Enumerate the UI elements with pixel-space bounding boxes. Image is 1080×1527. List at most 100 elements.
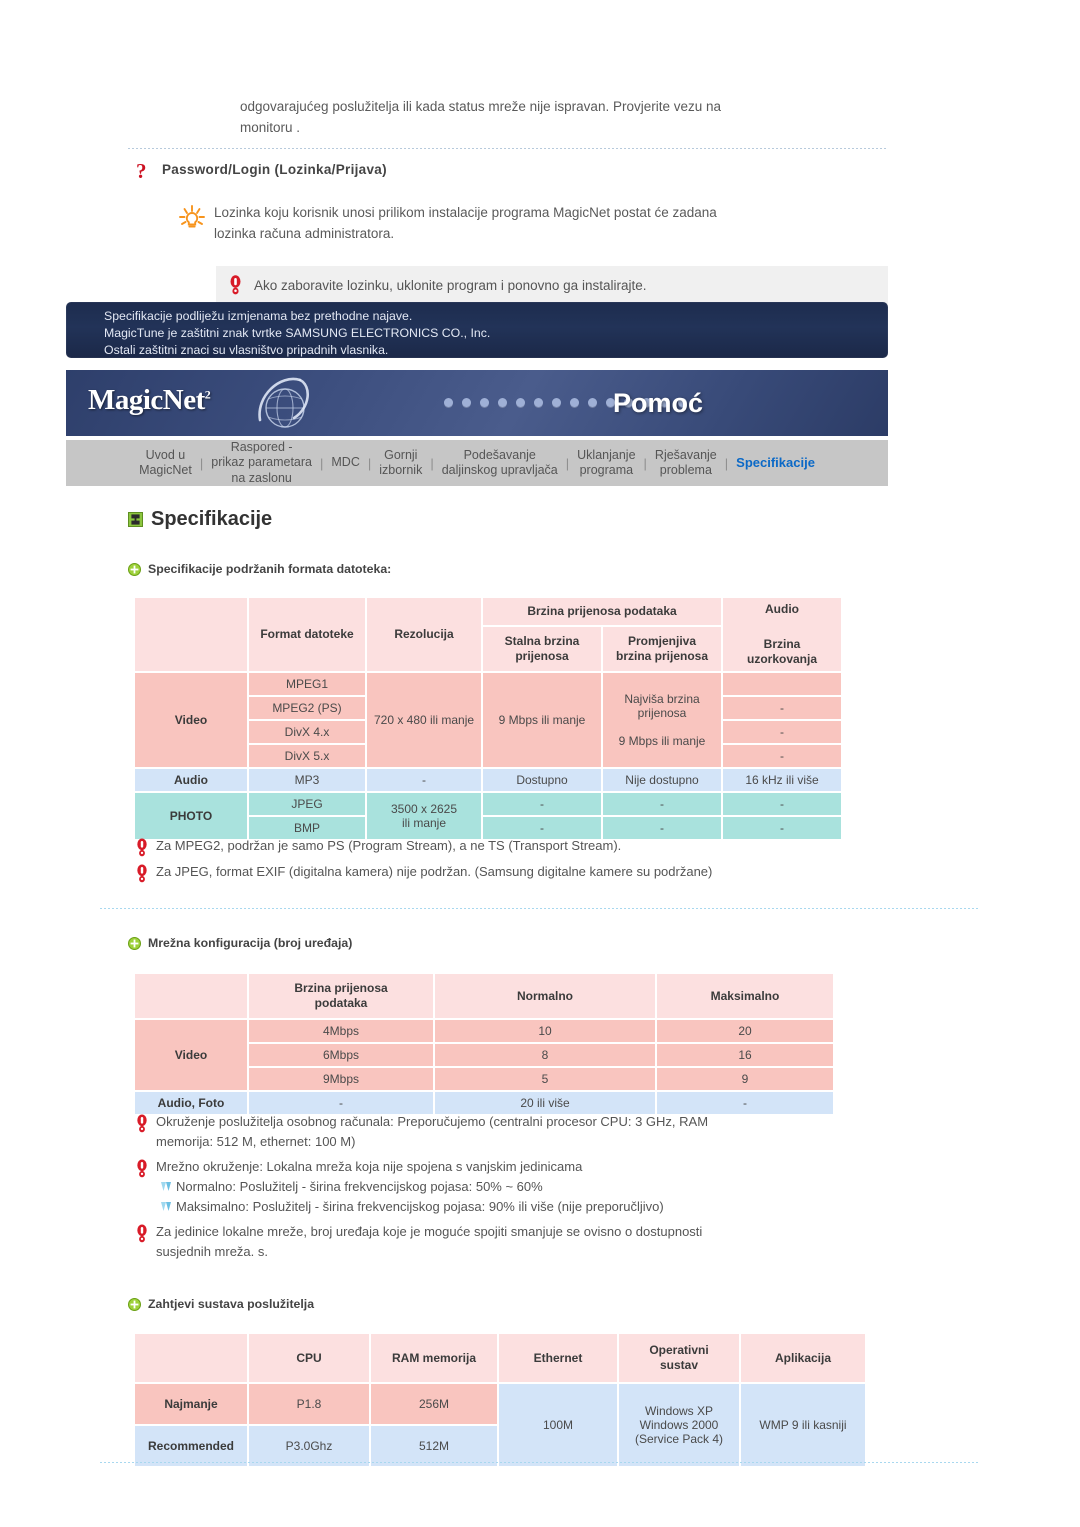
t2-max: 20: [657, 1020, 833, 1042]
t3-corner-blank: [135, 1334, 247, 1382]
note-line-2: susjednih mreža. s.: [156, 1244, 268, 1259]
t1-video-promjenjiva-top: Najviša brzina prijenosa: [624, 692, 700, 720]
t1-audio-rezolucija: -: [367, 769, 481, 791]
t3-row-label-minimum: Najmanje: [135, 1384, 247, 1424]
note-item: Okruženje poslužitelja osobnog računala:…: [128, 1112, 888, 1152]
tip-line-1: Lozinka koju korisnik unosi prilikom ins…: [214, 205, 717, 220]
table-row: Video 4Mbps 10 20: [135, 1020, 833, 1090]
t2-audio-normal: 20 ili više: [435, 1092, 655, 1114]
header-dot: [462, 398, 471, 407]
divider-dotted-top: [128, 148, 888, 149]
nav-item-podesavanje[interactable]: Podešavanje daljinskog upravljača: [435, 448, 565, 479]
t3-row-label-recommended: Recommended: [135, 1426, 247, 1466]
magicnet-logo-text: MagicNet: [88, 384, 205, 416]
section-heading-formats-label: Specifikacije podržanih formata datoteka…: [148, 562, 392, 576]
supported-formats-table: Format datoteke Rezolucija Brzina prijen…: [133, 596, 843, 841]
t2-audio-rate: -: [249, 1092, 433, 1114]
network-config-table: Brzina prijenosa podataka Normalno Maksim…: [133, 972, 835, 1116]
section-heading-requirements: Zahtjevi sustava poslužitelja: [128, 1297, 314, 1311]
t3-min-cpu: P1.8: [249, 1384, 369, 1424]
table-row: Najmanje P1.8 256M 100M Windows XP Windo…: [135, 1384, 865, 1466]
nav-item-rjesavanje[interactable]: Rješavanje problema: [648, 448, 724, 479]
password-section-header: ? Password/Login (Lozinka/Prijava): [128, 161, 888, 182]
table-row: Format datoteke Rezolucija Brzina prijen…: [135, 598, 841, 671]
t2-corner-blank: [135, 974, 247, 1018]
t3-os-line-1: Windows XP: [644, 1404, 714, 1418]
t2-rate: 6Mbps: [249, 1044, 433, 1066]
t2-rate: 4Mbps: [249, 1020, 433, 1042]
t3-os-line-2: Windows 2000: [639, 1418, 719, 1432]
t3-os-line-3: (Service Pack 4): [634, 1432, 724, 1446]
header-dot: [552, 398, 561, 407]
nav-item-uklanjanje[interactable]: Uklanjanje programa: [570, 448, 642, 479]
arrow-marker-icon: [156, 1177, 176, 1193]
trademark-line-3: Ostali zaštitni znaci su vlasništvo prip…: [104, 343, 389, 357]
nav-item-specifikacije[interactable]: Specifikacije: [729, 455, 822, 471]
t1-photo-format: JPEG: [249, 793, 365, 815]
t1-video-format: DivX 4.x: [249, 721, 365, 743]
t1-photo-rezolucija: 3500 x 2625 ili manje: [367, 793, 481, 839]
t2-video-label: Video: [135, 1020, 247, 1090]
t1-video-format: DivX 5.x: [249, 745, 365, 767]
t1-audio-promjenjiva: Nije dostupno: [603, 769, 721, 791]
warning-text: Ako zaboravite lozinku, uklonite program…: [254, 277, 647, 293]
nav-item-gornji-izbornik[interactable]: Gornji izbornik: [372, 448, 429, 479]
page-title-row: Specifikacije: [128, 508, 272, 531]
t1-audio-sampling-label: Brzina uzorkovanja: [746, 637, 818, 666]
tip-line-2: lozinka računa administratora.: [214, 226, 395, 241]
note-text: Za JPEG, format EXIF (digitalna kamera) …: [156, 864, 713, 879]
t2-audio-label: Audio, Foto: [135, 1092, 247, 1114]
t3-header-ram: RAM memorija: [371, 1334, 497, 1382]
exclamation-icon: [128, 1157, 156, 1178]
t1-video-label: Video: [135, 673, 247, 767]
exclamation-icon: [128, 1112, 156, 1133]
header-dot: [516, 398, 525, 407]
t3-rec-ram: 512M: [371, 1426, 497, 1466]
table-row: PHOTO JPEG 3500 x 2625 ili manje - - -: [135, 793, 841, 839]
t1-audio-sampling: 16 kHz ili više: [723, 769, 841, 791]
section-heading-formats: Specifikacije podržanih formata datoteka…: [128, 562, 391, 576]
t2-normal: 5: [435, 1068, 655, 1090]
header-dot: [444, 398, 453, 407]
note-item: Za MPEG2, podržan je samo PS (Program St…: [128, 836, 868, 857]
magicnet-header-banner: MagicNet2 Pomoć: [66, 370, 888, 436]
trademark-line-1: Specifikacije podliježu izmjenama bez pr…: [104, 309, 413, 323]
nav-item-mdc[interactable]: MDC: [324, 455, 366, 471]
t3-header-os: Operativni sustav: [619, 1334, 739, 1382]
divider-section-bottom: [100, 1462, 980, 1463]
t1-video-sampling: -: [723, 721, 841, 743]
t1-video-stalna: 9 Mbps ili manje: [483, 673, 601, 767]
t1-audio-format: MP3: [249, 769, 365, 791]
notes-formats: Za MPEG2, podržan je samo PS (Program St…: [128, 836, 868, 888]
note-text: Za MPEG2, podržan je samo PS (Program St…: [156, 838, 622, 853]
t2-audio-max: -: [657, 1092, 833, 1114]
sub-note-item: Normalno: Poslužitelj - širina frekvenci…: [156, 1177, 888, 1197]
plus-icon: [128, 562, 141, 576]
nav-item-uvod[interactable]: Uvod u MagicNet: [132, 448, 199, 479]
t2-header-bitrate: Brzina prijenosa podataka: [249, 974, 433, 1018]
note-line-1: Mrežno okruženje: Lokalna mreža koja nij…: [156, 1159, 583, 1174]
t1-video-format: MPEG2 (PS): [249, 697, 365, 719]
sub-note-item: Maksimalno: Poslužitelj - širina frekven…: [156, 1197, 888, 1217]
top-help-block: odgovarajućeg poslužitelja ili kada stat…: [128, 96, 888, 323]
t1-video-sampling: [723, 673, 841, 695]
header-page-title: Pomoć: [612, 388, 703, 418]
page-root: odgovarajućeg poslužitelja ili kada stat…: [0, 0, 1080, 1527]
tip-text: Lozinka koju korisnik unosi prilikom ins…: [214, 202, 717, 244]
table-row: Video MPEG1 720 x 480 ili manje 9 Mbps i…: [135, 673, 841, 767]
t1-photo-sampling: -: [723, 793, 841, 815]
nav-item-raspored[interactable]: Raspored - prikaz parametara na zaslonu: [204, 440, 319, 487]
exclamation-icon: [128, 836, 156, 857]
intro-paragraph: odgovarajućeg poslužitelja ili kada stat…: [128, 96, 888, 138]
t2-normal: 8: [435, 1044, 655, 1066]
section-heading-network: Mrežna konfiguracija (broj uređaja): [128, 936, 352, 950]
t2-rate: 9Mbps: [249, 1068, 433, 1090]
t1-audio-group-label: Audio: [765, 602, 799, 616]
table-row: Audio, Foto - 20 ili više -: [135, 1092, 833, 1114]
warning-callout: Ako zaboravite lozinku, uklonite program…: [216, 266, 888, 304]
plus-icon: [128, 936, 141, 950]
exclamation-icon: [128, 862, 156, 883]
note-text: Mrežno okruženje: Lokalna mreža koja nij…: [156, 1157, 888, 1217]
sub-note-text: Maksimalno: Poslužitelj - širina frekven…: [176, 1199, 664, 1214]
main-navigation[interactable]: Uvod u MagicNet | Raspored - prikaz parame…: [66, 440, 888, 486]
